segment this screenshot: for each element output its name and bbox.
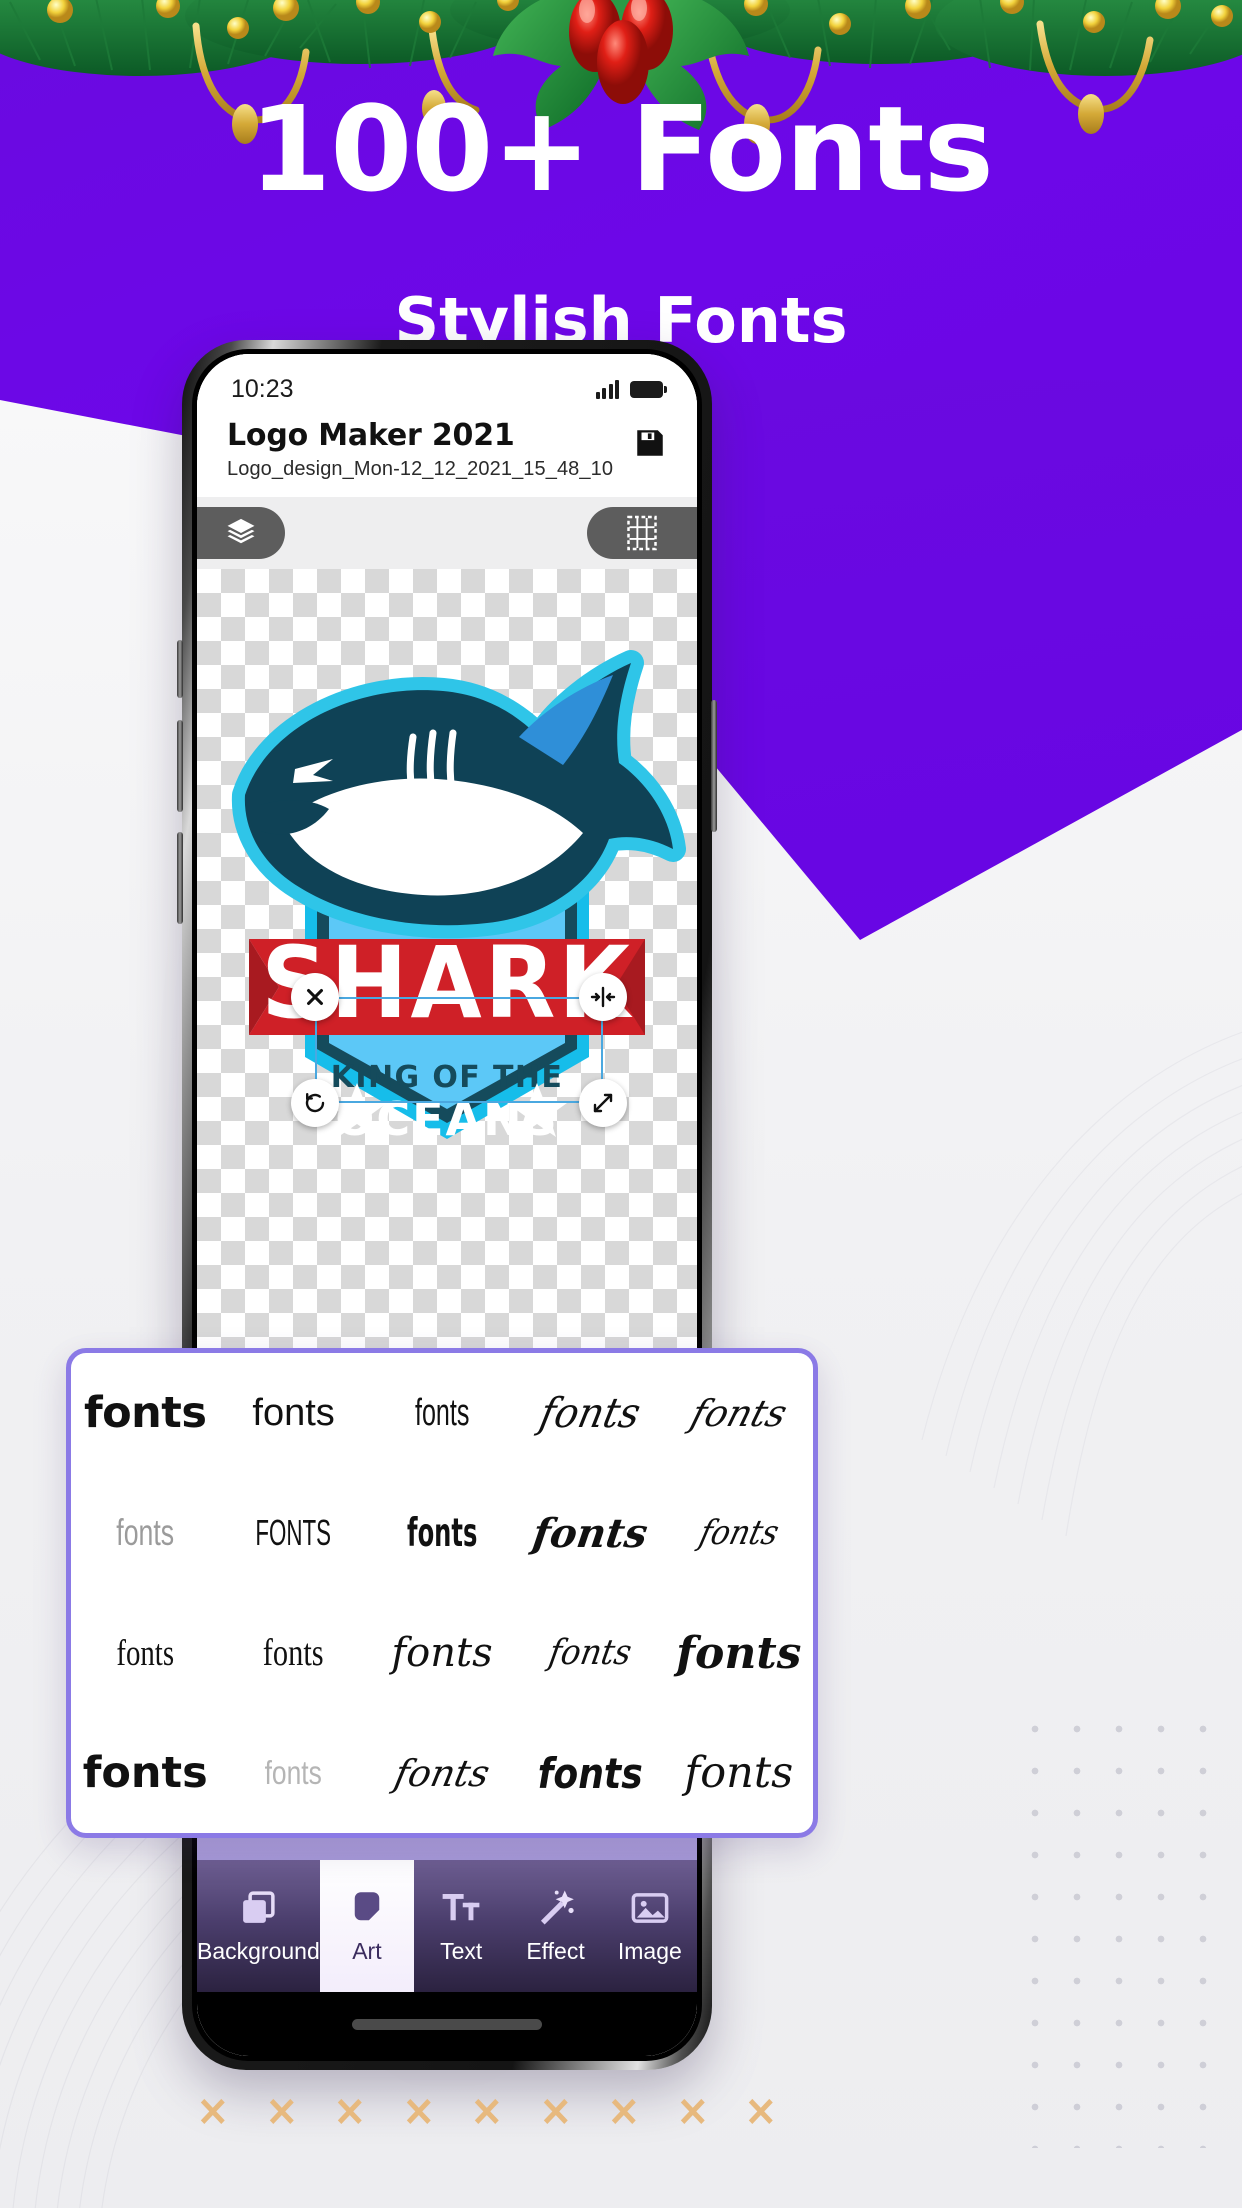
x-marks-decoration: ✕ ✕ ✕ ✕ ✕ ✕ ✕ ✕ ✕ [196,2090,778,2136]
font-option[interactable]: fonts [71,1713,219,1833]
home-indicator-area [197,1992,697,2056]
grid-toggle-button[interactable] [587,507,697,559]
x-mark: ✕ [196,2091,229,2135]
text-tt-icon [442,1894,480,1921]
font-option[interactable]: fonts [393,1353,491,1473]
font-option[interactable]: fonts [512,1593,670,1713]
phone-button-volume-up [177,720,183,812]
diagonal-resize-icon [593,1093,613,1113]
status-bar: 10:23 [197,354,697,412]
nav-item-background[interactable]: Background [197,1860,320,1992]
delete-handle[interactable] [291,973,339,1021]
x-mark: ✕ [402,2091,435,2135]
bottom-nav: Background Art Text Effect Image [197,1860,697,1992]
font-picker-panel[interactable]: fonts fonts fonts fonts fonts fonts FONT… [66,1348,818,1838]
phone-button-silent [177,640,183,698]
nav-item-text[interactable]: Text [414,1860,508,1992]
x-mark: ✕ [333,2091,366,2135]
font-option[interactable]: fonts [368,1593,516,1713]
font-option[interactable]: fonts [527,1713,655,1833]
phone-button-volume-down [177,832,183,924]
signal-bars-icon [595,379,619,399]
resize-handle[interactable] [579,1079,627,1127]
font-option[interactable]: fonts [71,1353,219,1473]
image-picture-icon [631,1893,669,1923]
font-option[interactable]: fonts [92,1473,199,1593]
font-option[interactable]: fonts [657,1473,813,1593]
nav-item-effect[interactable]: Effect [508,1860,602,1992]
left-right-arrow-icon [590,986,616,1008]
font-option[interactable]: fonts [234,1593,353,1713]
font-option[interactable]: fonts [665,1713,813,1833]
rotate-ccw-icon [305,1093,325,1113]
font-option[interactable]: fonts [508,1473,673,1593]
x-mark: ✕ [539,2091,572,2135]
sticker-art-icon [354,1892,380,1921]
project-filename: Logo_design_Mon-12_12_2021_15_48_10 [227,458,614,480]
x-mark: ✕ [744,2091,777,2135]
background-layers-icon [243,1891,275,1923]
app-bar: Logo Maker 2021 Logo_design_Mon-12_12_20… [197,412,697,497]
font-option[interactable]: fonts [665,1593,813,1713]
status-indicators [595,379,667,399]
close-x-icon [307,989,323,1005]
phone-button-power [711,700,717,832]
layers-icon [227,518,255,544]
nav-item-image[interactable]: Image [603,1860,697,1992]
layers-button[interactable] [197,507,285,559]
x-mark: ✕ [470,2091,503,2135]
font-option[interactable]: fonts [234,1713,353,1833]
font-option[interactable]: fonts [396,1473,488,1593]
dot-grid-decoration [1014,1708,1214,2148]
home-indicator[interactable] [352,2018,542,2030]
battery-icon [630,380,667,398]
font-option[interactable]: fonts [355,1713,529,1833]
nav-label-background: Background [197,1938,320,1964]
x-mark: ✕ [676,2091,709,2135]
rotate-handle[interactable] [291,1079,339,1127]
nav-item-art[interactable]: Art [319,1860,415,1992]
nav-label-text: Text [440,1938,483,1964]
nav-label-image: Image [617,1938,682,1964]
selection-box[interactable] [291,973,627,1127]
grid-icon [627,515,657,551]
page-title: 100+ Fonts [249,80,994,218]
font-option[interactable]: FONTS [248,1473,340,1593]
x-mark: ✕ [607,2091,640,2135]
status-time: 10:23 [231,374,294,403]
flip-horizontal-handle[interactable] [579,973,627,1021]
nav-label-effect: Effect [526,1938,585,1964]
app-title: Logo Maker 2021 [227,418,515,453]
magic-wand-icon [540,1890,574,1925]
nav-label-art: Art [352,1938,382,1964]
x-mark: ✕ [265,2091,298,2135]
promo-screenshot: 100+ Fonts Stylish Fonts 10:23 Logo Make… [0,0,1242,2208]
canvas-toolbar [197,497,697,569]
save-floppy-icon[interactable] [633,426,667,460]
font-option[interactable]: fonts [87,1593,203,1713]
font-option[interactable]: fonts [219,1353,367,1473]
app-bar-texts: Logo Maker 2021 Logo_design_Mon-12_12_20… [227,418,613,481]
